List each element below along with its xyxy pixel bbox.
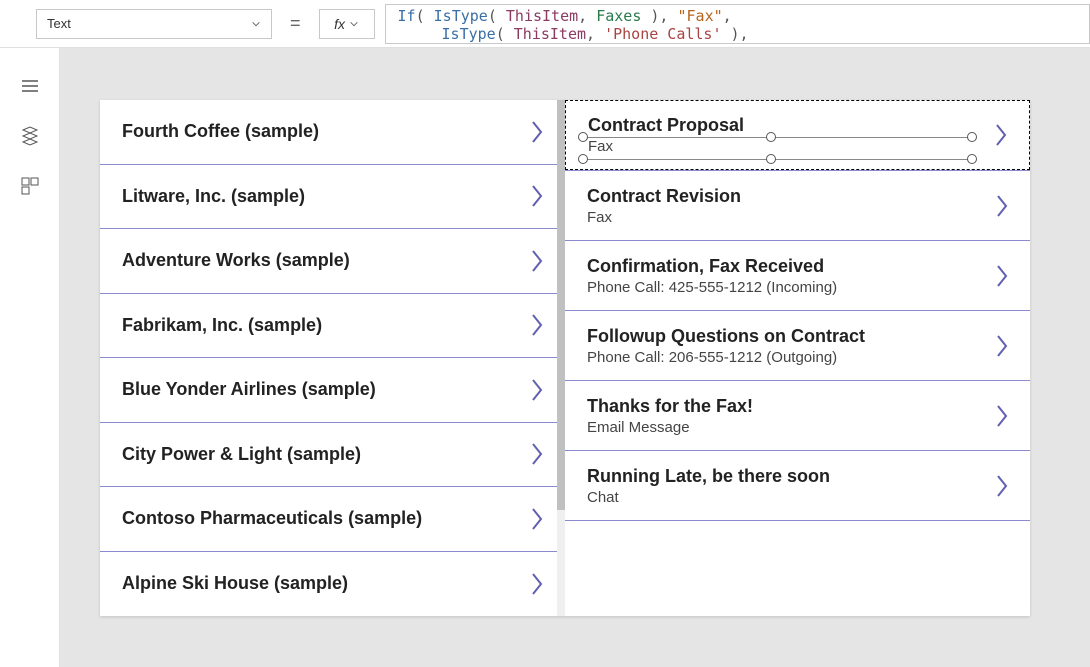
list-item-subtitle: Email Message [587,419,988,436]
list-item[interactable]: Fabrikam, Inc. (sample) [100,294,565,359]
list-item[interactable]: Litware, Inc. (sample) [100,165,565,230]
chevron-right-button[interactable] [988,192,1016,220]
chevron-right-icon [994,332,1010,360]
list-item[interactable]: Followup Questions on Contract Phone Cal… [565,311,1030,381]
scrollbar-track[interactable] [557,100,565,616]
list-item-title: Fourth Coffee (sample) [122,121,319,142]
fx-button[interactable]: fx [319,9,375,39]
chevron-right-icon [529,118,545,146]
list-item-title: Adventure Works (sample) [122,250,350,271]
chevron-right-icon [994,192,1010,220]
chevron-right-icon [529,570,545,598]
left-gallery[interactable]: Fourth Coffee (sample) Litware, Inc. (sa… [100,100,565,616]
list-item-title: Litware, Inc. (sample) [122,186,305,207]
property-dropdown-value: Text [47,16,71,31]
fx-label: fx [334,16,345,32]
list-item[interactable]: Contoso Pharmaceuticals (sample) [100,487,565,552]
chevron-right-icon [529,376,545,404]
list-item[interactable]: Adventure Works (sample) [100,229,565,294]
selection-handle[interactable] [967,132,977,142]
chevron-right-button[interactable] [523,505,551,533]
chevron-right-button[interactable] [523,247,551,275]
chevron-right-button[interactable] [523,440,551,468]
top-bar: Text = fx If( IsType( ThisItem, Faxes ),… [0,0,1090,48]
list-item-subtitle: Phone Call: 206-555-1212 (Outgoing) [587,349,988,366]
formula-line-2: IsType( ThisItem, 'Phone Calls' ), [398,25,1077,43]
list-item-title: Thanks for the Fax! [587,396,988,417]
formula-line-1: If( IsType( ThisItem, Faxes ), "Fax", [398,7,1077,25]
chevron-right-button[interactable] [988,262,1016,290]
chevron-right-button[interactable] [523,118,551,146]
property-dropdown[interactable]: Text [36,9,272,39]
list-item-subtitle: Fax [587,209,988,226]
chevron-right-icon [993,121,1009,149]
chevron-down-icon [251,19,261,29]
chevron-right-icon [529,182,545,210]
chevron-right-button[interactable] [523,182,551,210]
chevron-right-icon [529,311,545,339]
scrollbar-thumb[interactable] [557,100,565,510]
chevron-right-icon [994,402,1010,430]
selected-gallery-template[interactable]: Contract Proposal Fax [565,100,1030,170]
list-item-title: Fabrikam, Inc. (sample) [122,315,322,336]
chevron-right-icon [529,247,545,275]
list-item[interactable]: Confirmation, Fax Received Phone Call: 4… [565,241,1030,311]
chevron-right-button[interactable] [523,376,551,404]
chevron-right-button[interactable] [523,311,551,339]
selection-guide-line [584,159,971,160]
list-item-title: Alpine Ski House (sample) [122,573,348,594]
list-item-title: Blue Yonder Airlines (sample) [122,379,376,400]
selection-guide-line [584,137,971,138]
selection-handle[interactable] [967,154,977,164]
list-item[interactable]: Thanks for the Fax! Email Message [565,381,1030,451]
selection-handle[interactable] [766,154,776,164]
list-item[interactable]: Running Late, be there soon Chat [565,451,1030,521]
chevron-right-button[interactable] [988,402,1016,430]
selection-handle[interactable] [578,132,588,142]
list-item-title: Contract Revision [587,186,988,207]
list-item[interactable]: Blue Yonder Airlines (sample) [100,358,565,423]
app-screen: Fourth Coffee (sample) Litware, Inc. (sa… [100,100,1030,616]
list-item-title: Contoso Pharmaceuticals (sample) [122,508,422,529]
list-item-title: Contract Proposal [588,115,987,136]
chevron-right-icon [529,440,545,468]
list-item[interactable]: Contract Revision Fax [565,171,1030,241]
chevron-right-button[interactable] [523,570,551,598]
left-rail [0,48,60,667]
selection-handle[interactable] [766,132,776,142]
selection-handle[interactable] [578,154,588,164]
equals-label: = [282,13,309,34]
chevron-right-button[interactable] [988,332,1016,360]
list-item-title: Running Late, be there soon [587,466,988,487]
list-item-title: City Power & Light (sample) [122,444,361,465]
list-item[interactable]: City Power & Light (sample) [100,423,565,488]
canvas-area[interactable]: Fourth Coffee (sample) Litware, Inc. (sa… [60,48,1090,667]
tree-view-icon[interactable] [20,126,40,146]
chevron-right-button[interactable] [987,121,1015,149]
chevron-down-icon [349,19,359,29]
hamburger-icon[interactable] [20,76,40,96]
chevron-right-button[interactable] [988,472,1016,500]
components-icon[interactable] [20,176,40,196]
list-item-subtitle: Phone Call: 425-555-1212 (Incoming) [587,279,988,296]
right-gallery[interactable]: Contract Proposal Fax [565,100,1030,616]
chevron-right-icon [994,262,1010,290]
chevron-right-icon [529,505,545,533]
list-item-title: Confirmation, Fax Received [587,256,988,277]
list-item-title: Followup Questions on Contract [587,326,988,347]
list-item[interactable]: Fourth Coffee (sample) [100,100,565,165]
list-item-subtitle: Fax [588,138,987,155]
chevron-right-icon [994,472,1010,500]
formula-bar[interactable]: If( IsType( ThisItem, Faxes ), "Fax", Is… [385,4,1090,44]
list-item-subtitle: Chat [587,489,988,506]
list-item[interactable]: Alpine Ski House (sample) [100,552,565,617]
